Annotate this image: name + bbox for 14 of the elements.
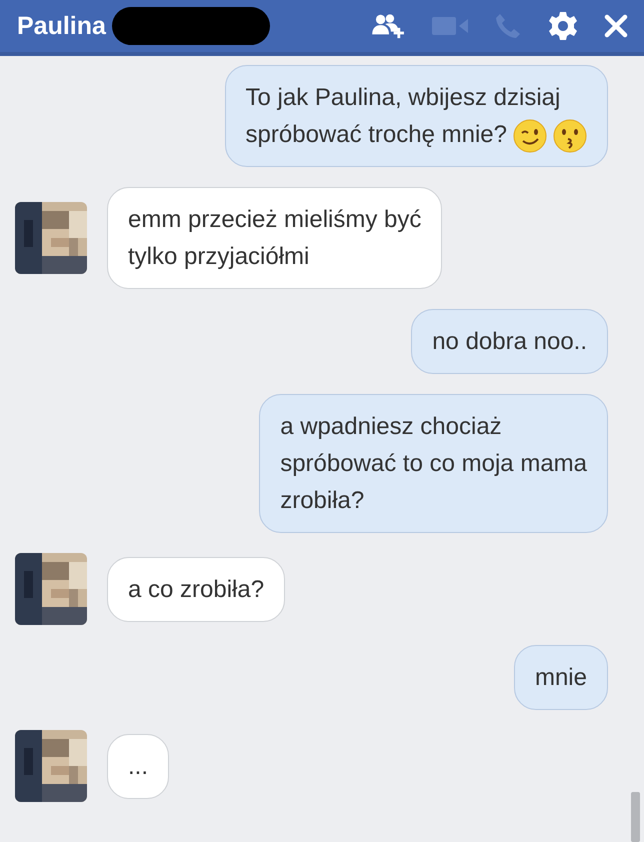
chat-title: Paulina: [17, 12, 106, 40]
sent-message: mnie: [514, 645, 608, 710]
winking-face-icon: [513, 118, 547, 153]
kissing-face-icon: [553, 118, 587, 153]
sent-message: a wpadniesz chociaż spróbować to co moja mama zrobiła?: [259, 394, 608, 533]
add-person-button[interactable]: [372, 12, 406, 40]
received-message: emm przecież mieliśmy być tylko przyjaciółmi: [107, 187, 442, 289]
close-button[interactable]: [604, 14, 628, 38]
received-message: a co zrobiła?: [107, 556, 286, 622]
sent-message: no dobra noo..: [411, 309, 608, 374]
scrollbar-thumb[interactable]: [631, 792, 640, 842]
sent-message: To jak Paulina, wbijesz dzisiaj spróbować trochę mnie?: [224, 65, 608, 167]
received-message: ...: [107, 734, 170, 798]
settings-button[interactable]: [548, 11, 578, 41]
